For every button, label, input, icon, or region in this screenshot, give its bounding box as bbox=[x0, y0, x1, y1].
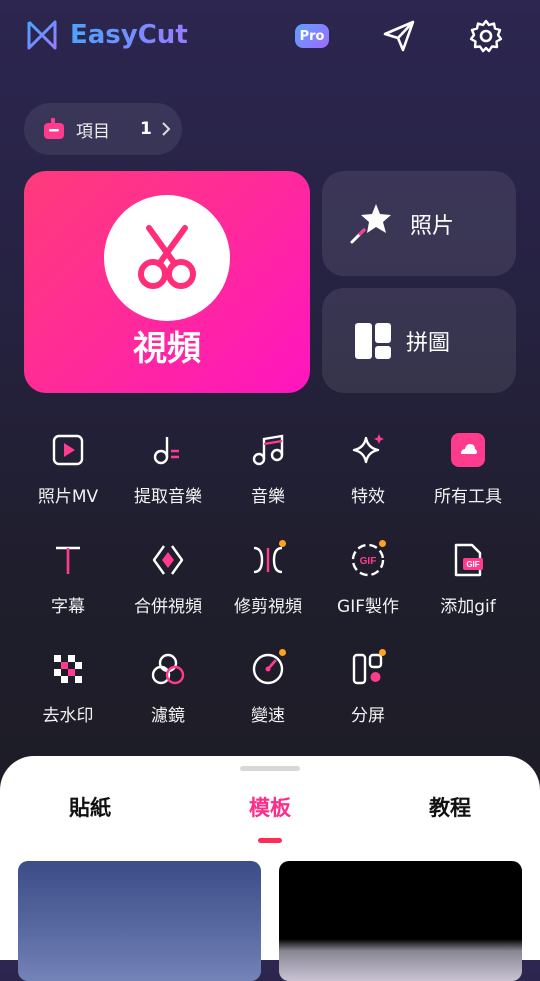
video-card-label: 視頻 bbox=[133, 329, 201, 369]
send-icon[interactable] bbox=[379, 16, 419, 56]
tab-stickers[interactable]: 貼紙 bbox=[69, 792, 111, 822]
projects-label: 項目 bbox=[76, 121, 110, 142]
tool-merge-video[interactable]: 合併視頻 bbox=[118, 540, 218, 617]
new-dot bbox=[279, 649, 286, 656]
projects-button[interactable]: 項目 1 bbox=[24, 103, 182, 155]
app-logo: EasyCut bbox=[26, 20, 188, 50]
extract-music-icon bbox=[148, 430, 188, 470]
svg-text:GIF: GIF bbox=[360, 556, 377, 567]
merge-diamond-icon bbox=[148, 540, 188, 580]
tool-label: 音樂 bbox=[251, 487, 285, 507]
trim-icon bbox=[248, 540, 288, 580]
photo-card-label: 照片 bbox=[410, 213, 455, 239]
tool-label: 修剪視頻 bbox=[234, 597, 302, 617]
tool-label: 合併視頻 bbox=[134, 597, 202, 617]
tool-label: 字幕 bbox=[51, 597, 85, 617]
tool-remove-watermark[interactable]: 去水印 bbox=[18, 649, 118, 726]
split-screen-icon bbox=[348, 649, 388, 689]
add-gif-file-icon: GIF bbox=[448, 540, 488, 580]
tool-label: 照片MV bbox=[37, 487, 99, 507]
collage-grid-icon bbox=[355, 322, 391, 359]
tool-speed[interactable]: 變速 bbox=[218, 649, 318, 726]
tool-subtitle[interactable]: 字幕 bbox=[18, 540, 118, 617]
music-note-icon bbox=[248, 430, 288, 470]
tool-label: 濾鏡 bbox=[151, 706, 185, 726]
easycut-logo-icon bbox=[27, 20, 57, 50]
top-bar: EasyCut Pro bbox=[0, 0, 540, 76]
project-folder-icon bbox=[44, 118, 64, 139]
tool-label: 特效 bbox=[351, 487, 385, 507]
settings-gear-icon[interactable] bbox=[466, 16, 506, 56]
new-dot bbox=[379, 649, 386, 656]
collage-card-label: 拼圖 bbox=[406, 330, 451, 356]
active-tab-indicator bbox=[258, 838, 282, 843]
tool-label: 提取音樂 bbox=[134, 487, 202, 507]
tool-label: 去水印 bbox=[42, 706, 94, 726]
filter-circles-icon bbox=[148, 649, 188, 689]
collage-card[interactable]: 拼圖 bbox=[322, 288, 516, 393]
magic-wand-star-icon bbox=[350, 203, 391, 243]
video-edit-card[interactable]: 視頻 bbox=[24, 171, 310, 393]
sheet-drag-handle[interactable] bbox=[240, 766, 300, 771]
tool-extract-music[interactable]: 提取音樂 bbox=[118, 430, 218, 507]
tab-tutorials[interactable]: 教程 bbox=[429, 792, 471, 822]
tool-label: 變速 bbox=[251, 706, 285, 726]
tool-trim-video[interactable]: 修剪視頻 bbox=[218, 540, 318, 617]
tool-photo-mv[interactable]: 照片MV bbox=[18, 430, 118, 507]
template-thumbnail[interactable] bbox=[279, 861, 522, 981]
template-thumbnail[interactable] bbox=[18, 861, 261, 981]
tool-label: GIF製作 bbox=[337, 597, 399, 617]
tool-gif-maker[interactable]: GIF GIF製作 bbox=[318, 540, 418, 617]
tool-effects[interactable]: 特效 bbox=[318, 430, 418, 507]
tool-label: 所有工具 bbox=[434, 487, 502, 507]
gif-maker-icon: GIF bbox=[348, 540, 388, 580]
projects-count: 1 bbox=[140, 119, 152, 139]
new-dot bbox=[379, 540, 386, 547]
checker-watermark-icon bbox=[48, 649, 88, 689]
tool-filter[interactable]: 濾鏡 bbox=[118, 649, 218, 726]
chevron-right-icon bbox=[162, 122, 171, 136]
svg-text:GIF: GIF bbox=[466, 560, 479, 569]
tab-templates[interactable]: 模板 bbox=[249, 792, 291, 822]
bottom-sheet: 貼紙 模板 教程 bbox=[0, 756, 540, 981]
sparkle-icon bbox=[348, 430, 388, 470]
pro-badge[interactable]: Pro bbox=[295, 24, 329, 48]
scissors-circle bbox=[104, 195, 230, 321]
photo-mv-icon bbox=[48, 430, 88, 470]
tool-label: 添加gif bbox=[440, 597, 496, 617]
speedometer-icon bbox=[248, 649, 288, 689]
photo-edit-card[interactable]: 照片 bbox=[322, 171, 516, 276]
tool-label: 分屏 bbox=[351, 706, 385, 726]
tool-add-gif[interactable]: GIF 添加gif bbox=[418, 540, 518, 617]
tool-all-tools[interactable]: 所有工具 bbox=[418, 430, 518, 507]
all-tools-icon bbox=[448, 430, 488, 470]
text-t-icon bbox=[48, 540, 88, 580]
new-dot bbox=[279, 540, 286, 547]
scissors-icon bbox=[138, 225, 196, 289]
tool-music[interactable]: 音樂 bbox=[218, 430, 318, 507]
app-name: EasyCut bbox=[70, 20, 188, 50]
tool-split-screen[interactable]: 分屏 bbox=[318, 649, 418, 726]
